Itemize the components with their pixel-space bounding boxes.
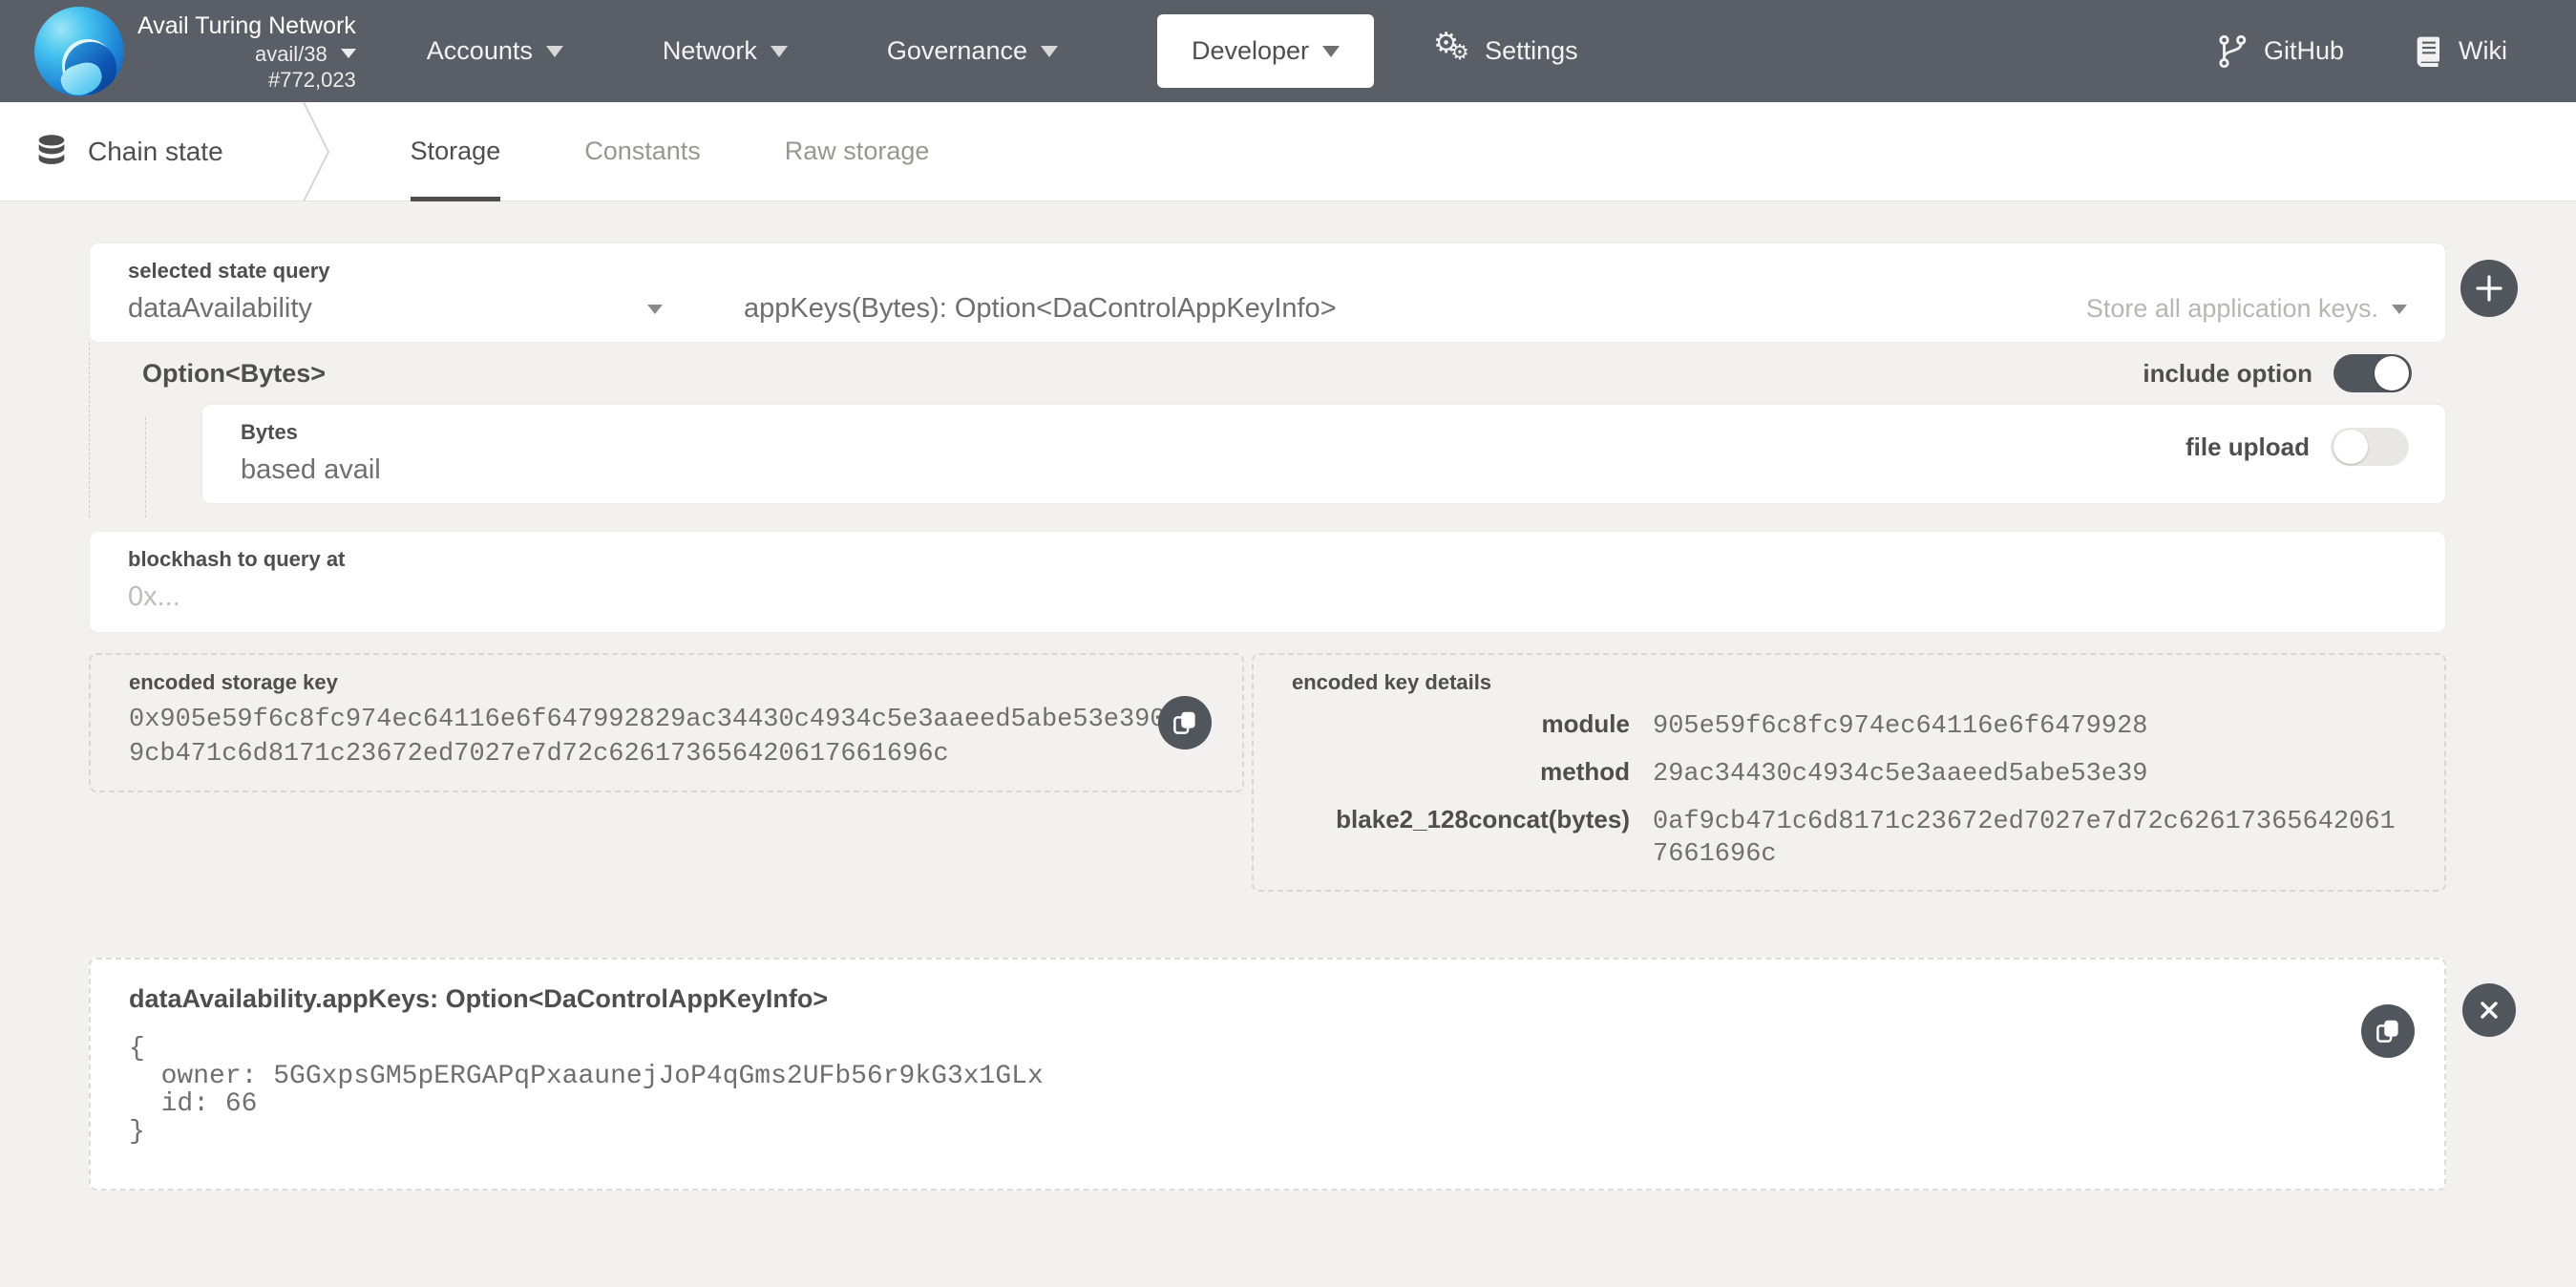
copy-storage-key-button[interactable]	[1158, 696, 1212, 749]
file-upload-label: file upload	[2185, 433, 2310, 462]
param-option-section: Option<Bytes> include option Bytes file …	[89, 343, 2446, 517]
detail-value: 905e59f6c8fc974ec64116e6f6479928	[1653, 710, 2147, 743]
encoded-key-details-label: encoded key details	[1292, 670, 2406, 695]
include-option-label: include option	[2143, 359, 2312, 389]
encoded-storage-key-value: 0x905e59f6c8fc974ec64116e6f647992829ac34…	[129, 703, 1196, 771]
main-content: selected state query dataAvailability ap…	[89, 243, 2446, 1191]
pallet-value: dataAvailability	[128, 293, 312, 325]
plus-icon	[2473, 272, 2505, 305]
copy-result-button[interactable]	[2361, 1004, 2415, 1058]
wiki-link[interactable]: Wiki	[2413, 34, 2507, 69]
encoded-storage-key-panel: encoded storage key 0x905e59f6c8fc974ec6…	[89, 653, 1244, 792]
github-link[interactable]: GitHub	[2216, 33, 2344, 70]
encoded-storage-key-label: encoded storage key	[129, 670, 1204, 695]
network-name: Avail Turing Network	[137, 11, 356, 41]
method-hint-text: Store all application keys.	[2086, 294, 2378, 324]
option-type-label: Option<Bytes>	[142, 359, 326, 389]
pallet-select[interactable]: dataAvailability	[128, 293, 663, 325]
detail-value: 29ac34430c4934c5e3aaeed5abe53e39	[1653, 758, 2147, 791]
gears-icon: ⚙⚙	[1433, 32, 1473, 71]
method-select[interactable]: appKeys(Bytes): Option<DaControlAppKeyIn…	[744, 293, 1337, 325]
chevron-down-icon	[546, 46, 563, 57]
result-title: dataAvailability.appKeys: Option<DaContr…	[129, 984, 2311, 1014]
avail-logo[interactable]	[34, 7, 124, 96]
add-query-button[interactable]	[2460, 260, 2518, 317]
detail-key: method	[1292, 755, 1630, 788]
detail-row-blake2: blake2_128concat(bytes) 0af9cb471c6d8171…	[1292, 803, 2406, 871]
tabbar: Chain state Storage Constants Raw storag…	[0, 102, 2576, 201]
nav-accounts[interactable]: Accounts	[427, 36, 563, 66]
close-icon	[2476, 997, 2502, 1023]
breadcrumb-chevron	[298, 102, 336, 201]
encoded-key-details-panel: encoded key details module 905e59f6c8fc9…	[1252, 653, 2446, 892]
include-option-toggle[interactable]	[2333, 354, 2412, 392]
blockhash-card: blockhash to query at	[89, 531, 2446, 633]
database-icon	[36, 135, 67, 169]
bytes-label: Bytes	[241, 420, 2185, 445]
file-upload-toggle[interactable]	[2331, 428, 2409, 466]
network-selector[interactable]: Avail Turing Network avail/38 #772,023	[137, 11, 356, 93]
encoded-key-row: encoded storage key 0x905e59f6c8fc974ec6…	[89, 653, 2446, 892]
tab-storage[interactable]: Storage	[411, 102, 501, 201]
blockhash-label: blockhash to query at	[128, 547, 2407, 572]
chevron-down-icon	[1322, 46, 1340, 57]
detail-key: blake2_128concat(bytes)	[1292, 803, 1630, 835]
copy-icon	[2374, 1017, 2402, 1045]
toggle-knob	[2333, 430, 2368, 464]
chevron-down-icon	[341, 49, 356, 58]
detail-value: 0af9cb471c6d8171c23672ed7027e7d72c626173…	[1653, 806, 2406, 871]
result-json: { owner: 5GGxpsGM5pERGAPqPxaaunejJoP4qGm…	[129, 1035, 2311, 1146]
bytes-input[interactable]	[241, 454, 2185, 486]
indent-guide	[145, 417, 146, 517]
tab-constants[interactable]: Constants	[584, 102, 701, 201]
nav-network[interactable]: Network	[663, 36, 788, 66]
nav-settings[interactable]: ⚙⚙ Settings	[1433, 32, 1578, 71]
section-label: Chain state	[88, 137, 223, 167]
detail-row-method: method 29ac34430c4934c5e3aaeed5abe53e39	[1292, 755, 2406, 791]
detail-row-module: module 905e59f6c8fc974ec64116e6f6479928	[1292, 707, 2406, 743]
query-label: selected state query	[128, 259, 2407, 284]
chevron-down-icon	[771, 46, 788, 57]
tab-raw-storage[interactable]: Raw storage	[785, 102, 930, 201]
bytes-input-card: Bytes file upload	[201, 404, 2446, 504]
app-header: Avail Turing Network avail/38 #772,023 A…	[0, 0, 2576, 102]
query-result-card: dataAvailability.appKeys: Option<DaContr…	[89, 958, 2446, 1191]
blockhash-input[interactable]	[128, 581, 2407, 613]
copy-icon	[1171, 708, 1199, 737]
chevron-down-icon	[647, 305, 663, 314]
detail-key: module	[1292, 707, 1630, 740]
best-block-number: #772,023	[268, 67, 356, 93]
section-chain-state: Chain state	[36, 135, 223, 169]
nav-governance[interactable]: Governance	[887, 36, 1058, 66]
book-icon	[2413, 34, 2443, 69]
chain-spec[interactable]: avail/38	[255, 41, 356, 67]
chevron-down-icon	[2392, 305, 2407, 314]
toggle-knob	[2375, 356, 2409, 390]
remove-query-button[interactable]	[2462, 983, 2516, 1037]
method-hint-select[interactable]: Store all application keys.	[2086, 294, 2407, 324]
code-branch-icon	[2216, 33, 2249, 70]
chevron-down-icon	[1041, 46, 1058, 57]
query-card: selected state query dataAvailability ap…	[89, 243, 2446, 343]
tabs: Storage Constants Raw storage	[411, 102, 1014, 201]
nav-developer-active[interactable]: Developer	[1157, 14, 1374, 88]
